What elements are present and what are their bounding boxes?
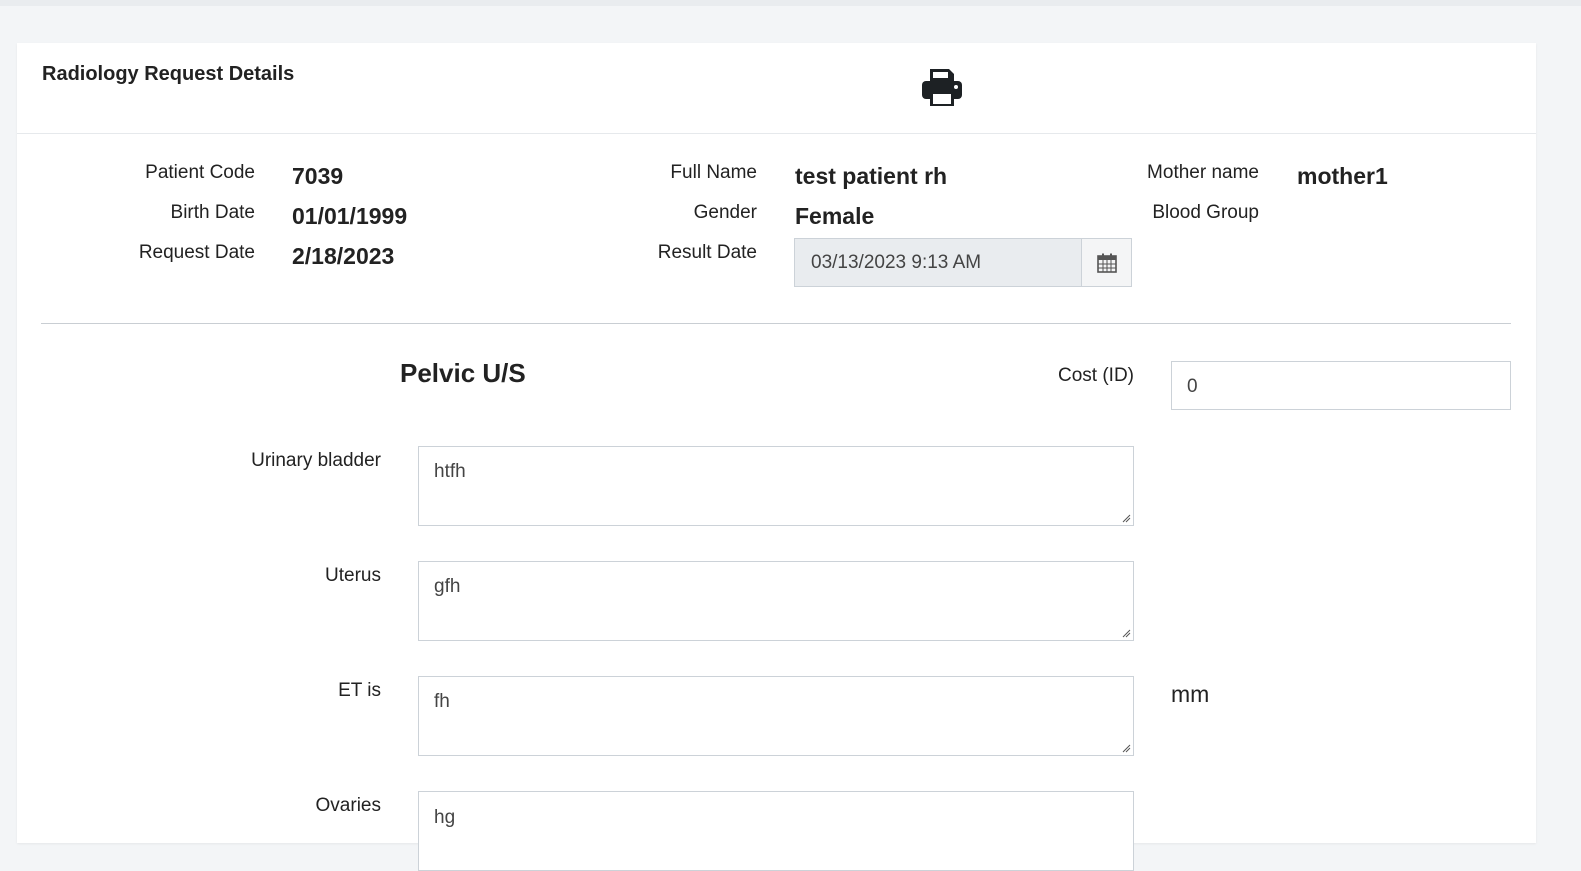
blood-group-label: Blood Group [1152, 202, 1259, 223]
radiology-request-panel: Radiology Request Details Patient Code 7… [17, 43, 1536, 871]
result-date-value: 03/13/2023 9:13 AM [811, 252, 982, 273]
exam-title: Pelvic U/S [400, 358, 526, 388]
urinary-bladder-label: Urinary bladder [251, 450, 381, 471]
resize-handle-icon[interactable] [1121, 513, 1131, 523]
et-label: ET is [338, 680, 381, 701]
section-divider [41, 323, 1511, 324]
cost-input[interactable]: 0 [1171, 361, 1511, 410]
patient-code-label: Patient Code [145, 162, 255, 183]
resize-handle-icon[interactable] [1121, 628, 1131, 638]
et-value: fh [434, 691, 450, 712]
full-name-label: Full Name [670, 162, 757, 183]
mother-name-label: Mother name [1147, 162, 1259, 183]
uterus-label: Uterus [325, 565, 381, 586]
urinary-bladder-textarea[interactable]: htfh [418, 446, 1134, 526]
gender-value: Female [795, 203, 875, 229]
print-icon [922, 69, 962, 106]
ovaries-label: Ovaries [315, 795, 381, 816]
birth-date-label: Birth Date [170, 202, 255, 223]
ovaries-textarea[interactable]: hg [418, 791, 1134, 871]
ovaries-value: hg [434, 807, 456, 828]
gender-label: Gender [693, 202, 757, 223]
result-date-label: Result Date [657, 242, 757, 263]
calendar-icon [1096, 253, 1117, 273]
result-date-input[interactable]: 03/13/2023 9:13 AM [794, 238, 1132, 287]
et-textarea[interactable]: fh [418, 676, 1134, 756]
calendar-button[interactable] [1081, 239, 1131, 286]
urinary-bladder-value: htfh [434, 461, 466, 482]
et-unit: mm [1171, 681, 1210, 707]
full-name-value: test patient rh [795, 163, 948, 189]
birth-date-value: 01/01/1999 [292, 203, 408, 229]
cost-value: 0 [1187, 376, 1198, 397]
request-date-value: 2/18/2023 [292, 243, 395, 269]
panel-header: Radiology Request Details [17, 43, 1536, 134]
patient-code-value: 7039 [292, 163, 344, 189]
mother-name-value: mother1 [1297, 163, 1388, 189]
uterus-value: gfh [434, 576, 461, 597]
cost-label: Cost (ID) [1058, 365, 1134, 386]
resize-handle-icon[interactable] [1121, 743, 1131, 753]
uterus-textarea[interactable]: gfh [418, 561, 1134, 641]
top-bar [0, 0, 1581, 6]
print-button[interactable] [919, 65, 965, 109]
request-date-label: Request Date [138, 242, 255, 263]
page-title: Radiology Request Details [42, 63, 295, 85]
